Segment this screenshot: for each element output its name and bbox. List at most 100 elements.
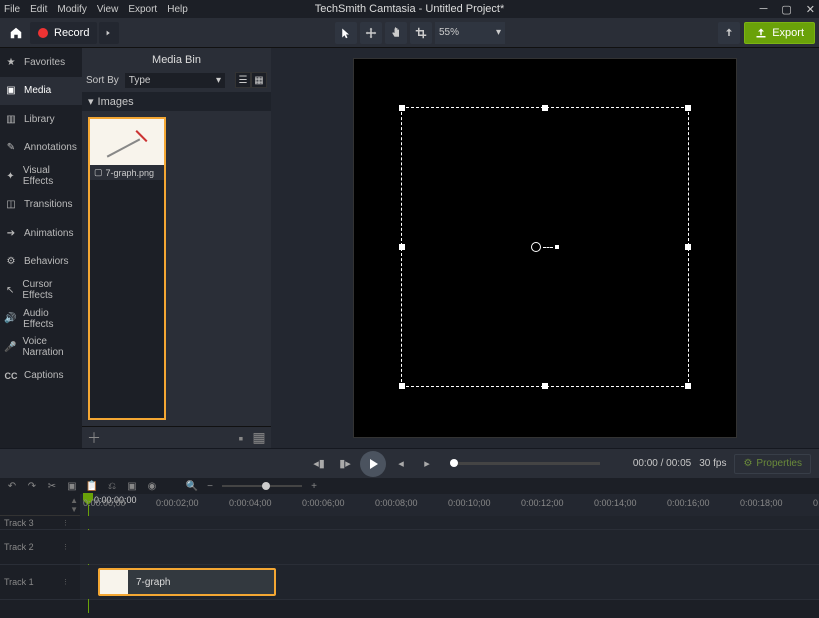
sidebar-item-audio-effects[interactable]: 🔊Audio Effects [0,305,82,334]
resize-handle[interactable] [542,105,548,111]
sort-value: Type [129,75,151,86]
properties-button[interactable]: ⚙Properties [734,454,811,474]
timeline-scroll[interactable]: ▲▼ [70,496,78,514]
copy-button[interactable]: ▣ [66,481,78,492]
export-button[interactable]: Export [744,22,815,44]
export-icon [755,27,767,39]
sidebar-item-captions[interactable]: CC Captions [0,362,82,391]
home-button[interactable] [4,21,28,45]
export-label: Export [772,27,804,39]
minimize-icon[interactable]: ─ [760,3,768,15]
track-label[interactable]: Track 3 [0,516,62,529]
sidebar-item-label: Captions [24,370,63,381]
move-tool[interactable] [360,22,382,44]
sidebar-item-favorites[interactable]: ★Favorites [0,48,82,77]
window-title: TechSmith Camtasia - Untitled Project* [315,3,505,15]
resize-handle[interactable] [399,105,405,111]
sidebar-item-visual-effects[interactable]: ✦Visual Effects [0,162,82,191]
timeline-ruler[interactable]: 0:00:00;00 0:00:00;00 0:00:02;00 0:00:04… [80,494,819,516]
sidebar-item-library[interactable]: ▥Library [0,105,82,134]
record-button[interactable]: Record [30,22,97,44]
prev-button[interactable]: ◂ [390,453,412,475]
sidebar-item-cursor-effects[interactable]: ↖Cursor Effects [0,276,82,305]
tick-label: 0:00:08;00 [375,498,418,508]
sidebar-item-media[interactable]: ▣Media [0,77,82,106]
crop-tool[interactable] [410,22,432,44]
media-thumbnail[interactable]: ▢7-graph.png [88,117,166,420]
track-label[interactable]: Track 2 [0,530,62,564]
record-label: Record [54,27,89,39]
zoom-slider[interactable] [222,485,302,487]
sidebar-item-voice-narration[interactable]: 🎤Voice Narration [0,333,82,362]
undo-button[interactable]: ↶ [6,481,18,492]
menu-modify[interactable]: Modify [57,4,86,15]
close-icon[interactable]: ✕ [806,3,815,16]
resize-handle[interactable] [685,383,691,389]
track-body[interactable]: 7-graph [80,565,819,599]
step-button[interactable]: ▮▸ [334,453,356,475]
maximize-icon[interactable]: ▢ [781,3,791,16]
track-options[interactable]: ⋮ [62,565,80,599]
split-button[interactable]: ⎌ [106,481,118,492]
sort-select[interactable]: Type▾ [125,73,225,88]
speaker-icon: 🔊 [4,312,17,326]
track-body[interactable] [80,530,819,564]
resize-handle[interactable] [685,244,691,250]
resize-handle[interactable] [542,383,548,389]
menu-export[interactable]: Export [128,4,157,15]
sidebar-item-annotations[interactable]: ✎Annotations [0,134,82,163]
rotate-handle[interactable] [531,242,559,252]
mediabin-section[interactable]: ▾Images [82,92,271,111]
sidebar-item-transitions[interactable]: ◫ Transitions [0,191,82,220]
media-grid-button[interactable]: ▦ [251,430,267,446]
resize-handle[interactable] [399,244,405,250]
cursor-icon: ↖ [4,283,16,297]
sidebar-item-behaviors[interactable]: ⚙Behaviors [0,248,82,277]
play-button[interactable] [360,451,386,477]
cc-icon: CC [4,369,18,383]
next-button[interactable]: ▸ [416,453,438,475]
view-grid-button[interactable]: ▦ [251,72,267,88]
menu-file[interactable]: File [4,4,20,15]
track-options[interactable]: ⋮ [62,516,80,529]
record-dropdown[interactable] [99,22,119,44]
track-label[interactable]: Track 1 [0,565,62,599]
prev-frame-button[interactable]: ◂▮ [308,453,330,475]
redo-button[interactable]: ↷ [26,481,38,492]
record-marker[interactable]: ◉ [146,481,158,492]
canvas[interactable] [353,58,737,438]
marker-button[interactable]: ▣ [126,481,138,492]
tick-label: 0:00:04;00 [229,498,272,508]
resize-handle[interactable] [399,383,405,389]
transition-icon: ◫ [4,198,18,212]
properties-label: Properties [756,458,802,469]
thumbnail-label: 7-graph.png [106,168,155,178]
sidebar-item-animations[interactable]: ➔Animations [0,219,82,248]
paste-button[interactable]: 📋 [86,481,98,492]
cut-button[interactable]: ✂ [46,481,58,492]
track-options[interactable]: ⋮ [62,530,80,564]
add-media-button[interactable]: ＋ [86,430,102,446]
menu-help[interactable]: Help [167,4,188,15]
zoom-icon[interactable]: 🔍 [186,481,198,492]
star-icon: ★ [4,55,18,69]
share-button[interactable] [718,22,740,44]
zoom-select[interactable]: 55% ▾ [435,22,505,44]
selection-rect[interactable] [401,107,689,387]
media-options-button[interactable]: ▪ [233,430,249,446]
tick-label: 0:00:02;00 [156,498,199,508]
hand-tool[interactable] [385,22,407,44]
menu-edit[interactable]: Edit [30,4,47,15]
zoom-in-button[interactable]: + [308,481,320,492]
select-tool[interactable] [335,22,357,44]
menu-view[interactable]: View [97,4,119,15]
resize-handle[interactable] [685,105,691,111]
playback-slider[interactable] [450,462,600,465]
zoom-out-button[interactable]: − [204,481,216,492]
track-body[interactable] [80,516,819,529]
timeline-clip[interactable]: 7-graph [98,568,276,596]
view-list-button[interactable]: ☰ [235,72,251,88]
clip-thumbnail [100,570,128,594]
sidebar-item-label: Transitions [24,199,73,210]
chevron-down-icon: ▾ [496,27,501,38]
